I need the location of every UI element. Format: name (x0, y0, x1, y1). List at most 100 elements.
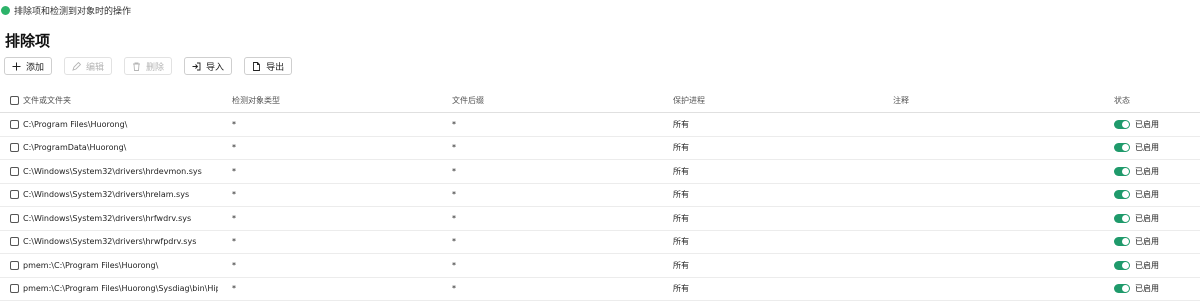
status-cell: 已启用 (1114, 278, 1194, 301)
object-type-cell: * (232, 190, 236, 200)
row-check-cell (10, 278, 22, 301)
toggle-knob (1122, 285, 1129, 293)
table-row[interactable]: C:\Windows\System32\drivers\hrwfpdrv.sys… (0, 231, 1200, 254)
row-check-cell (10, 231, 22, 254)
status-label: 已启用 (1135, 237, 1159, 247)
trash-icon (133, 62, 141, 71)
note-cell (893, 160, 1093, 183)
status-label: 已启用 (1135, 260, 1159, 270)
status-toggle[interactable] (1114, 284, 1130, 294)
status-cell: 已启用 (1114, 207, 1194, 230)
row-checkbox[interactable] (10, 143, 19, 153)
select-all-checkbox[interactable] (10, 96, 19, 105)
column-header-status[interactable]: 状态 (1114, 89, 1194, 112)
row-check-cell (10, 137, 22, 160)
toggle-knob (1122, 144, 1129, 152)
table-row[interactable]: C:\Windows\System32\drivers\hrelam.sys * *… (0, 184, 1200, 207)
table-row[interactable]: C:\Windows\System32\drivers\hrdevmon.sys… (0, 160, 1200, 184)
delete-button[interactable]: 删除 (124, 57, 173, 75)
status-label: 已启用 (1135, 190, 1159, 200)
process-cell: 所有 (673, 119, 689, 129)
table-row[interactable]: pmem:\C:\Program Files\Huorong\ * * 所有 已启用 (0, 254, 1200, 278)
notice-bar: 排除项和检测到对象时的操作 (0, 3, 131, 17)
status-cell: 已启用 (1114, 231, 1194, 254)
table-row[interactable]: pmem:\C:\Program Files\Huorong\Sysdiag\b… (0, 278, 1200, 301)
status-toggle[interactable] (1114, 166, 1130, 176)
toggle-knob (1122, 167, 1129, 175)
object-type-cell: * (232, 284, 236, 294)
status-toggle[interactable] (1114, 143, 1130, 153)
status-toggle[interactable] (1114, 190, 1130, 200)
extension-cell: * (452, 284, 456, 294)
extension-cell: * (452, 143, 456, 153)
process-cell: 所有 (673, 143, 689, 153)
table-header-row: 文件或文件夹 检测对象类型 文件后缀 保护进程 注释 状态 (0, 89, 1200, 113)
column-header-object-type[interactable]: 检测对象类型 (232, 89, 432, 112)
object-type-cell: * (232, 166, 236, 176)
note-cell (893, 278, 1093, 301)
row-checkbox[interactable] (10, 260, 19, 270)
exclusions-table: 文件或文件夹 检测对象类型 文件后缀 保护进程 注释 状态 C:\Program… (0, 89, 1200, 301)
status-label: 已启用 (1135, 166, 1159, 176)
row-checkbox[interactable] (10, 213, 19, 223)
status-cell: 已启用 (1114, 254, 1194, 277)
table-row[interactable]: C:\ProgramData\Huorong\ * * 所有 已启用 (0, 137, 1200, 160)
process-cell: 所有 (673, 190, 689, 200)
status-dot-icon (1, 5, 10, 15)
column-header-extension[interactable]: 文件后缀 (452, 89, 652, 112)
status-label: 已启用 (1135, 143, 1159, 153)
path-cell: C:\ProgramData\Huorong\ (23, 143, 127, 153)
column-header-note[interactable]: 注释 (893, 89, 1093, 112)
note-cell (893, 207, 1093, 230)
table-body: C:\Program Files\Huorong\ * * 所有 已启用 C:\Progr… (0, 113, 1200, 301)
status-toggle[interactable] (1114, 237, 1130, 247)
row-check-cell (10, 113, 22, 136)
extension-cell: * (452, 166, 456, 176)
delete-button-label: 删除 (146, 62, 165, 73)
extension-cell: * (452, 213, 456, 223)
note-cell (893, 254, 1093, 277)
status-label: 已启用 (1135, 119, 1159, 129)
add-button-label: 添加 (26, 62, 45, 73)
file-export-icon (253, 61, 261, 71)
row-check-cell (10, 207, 22, 230)
process-cell: 所有 (673, 237, 689, 247)
import-icon (192, 62, 201, 70)
status-cell: 已启用 (1114, 160, 1194, 183)
row-check-cell (10, 254, 22, 277)
status-toggle[interactable] (1114, 119, 1130, 129)
object-type-cell: * (232, 260, 236, 270)
path-cell: C:\Windows\System32\drivers\hrfwdrv.sys (23, 213, 192, 223)
column-header-process[interactable]: 保护进程 (673, 89, 873, 112)
row-checkbox[interactable] (10, 237, 19, 247)
row-check-cell (10, 160, 22, 183)
import-button[interactable]: 导入 (184, 57, 233, 75)
edit-button[interactable]: 编辑 (64, 57, 113, 75)
toggle-knob (1122, 120, 1129, 128)
row-checkbox[interactable] (10, 190, 19, 200)
export-button[interactable]: 导出 (244, 57, 293, 75)
table-row[interactable]: C:\Program Files\Huorong\ * * 所有 已启用 (0, 113, 1200, 137)
toggle-knob (1122, 261, 1129, 269)
row-checkbox[interactable] (10, 284, 19, 294)
path-cell: C:\Windows\System32\drivers\hrwfpdrv.sys (23, 237, 197, 247)
extension-cell: * (452, 119, 456, 129)
process-cell: 所有 (673, 260, 689, 270)
toggle-knob (1122, 191, 1129, 199)
table-row[interactable]: C:\Windows\System32\drivers\hrfwdrv.sys *… (0, 207, 1200, 231)
toolbar: 添加 编辑 删除 导入 导出 (4, 57, 293, 75)
path-cell: pmem:\C:\Program Files\Huorong\ (23, 260, 159, 270)
edit-button-label: 编辑 (86, 62, 105, 73)
status-toggle[interactable] (1114, 260, 1130, 270)
path-cell: C:\Windows\System32\drivers\hrdevmon.sys (23, 166, 202, 176)
process-cell: 所有 (673, 284, 689, 294)
row-checkbox[interactable] (10, 119, 19, 129)
status-toggle[interactable] (1114, 213, 1130, 223)
status-cell: 已启用 (1114, 113, 1194, 136)
path-cell: C:\Windows\System32\drivers\hrelam.sys (23, 190, 190, 200)
object-type-cell: * (232, 119, 236, 129)
add-button[interactable]: 添加 (4, 57, 53, 75)
extension-cell: * (452, 237, 456, 247)
row-checkbox[interactable] (10, 166, 19, 176)
column-header-path[interactable]: 文件或文件夹 (23, 89, 218, 112)
